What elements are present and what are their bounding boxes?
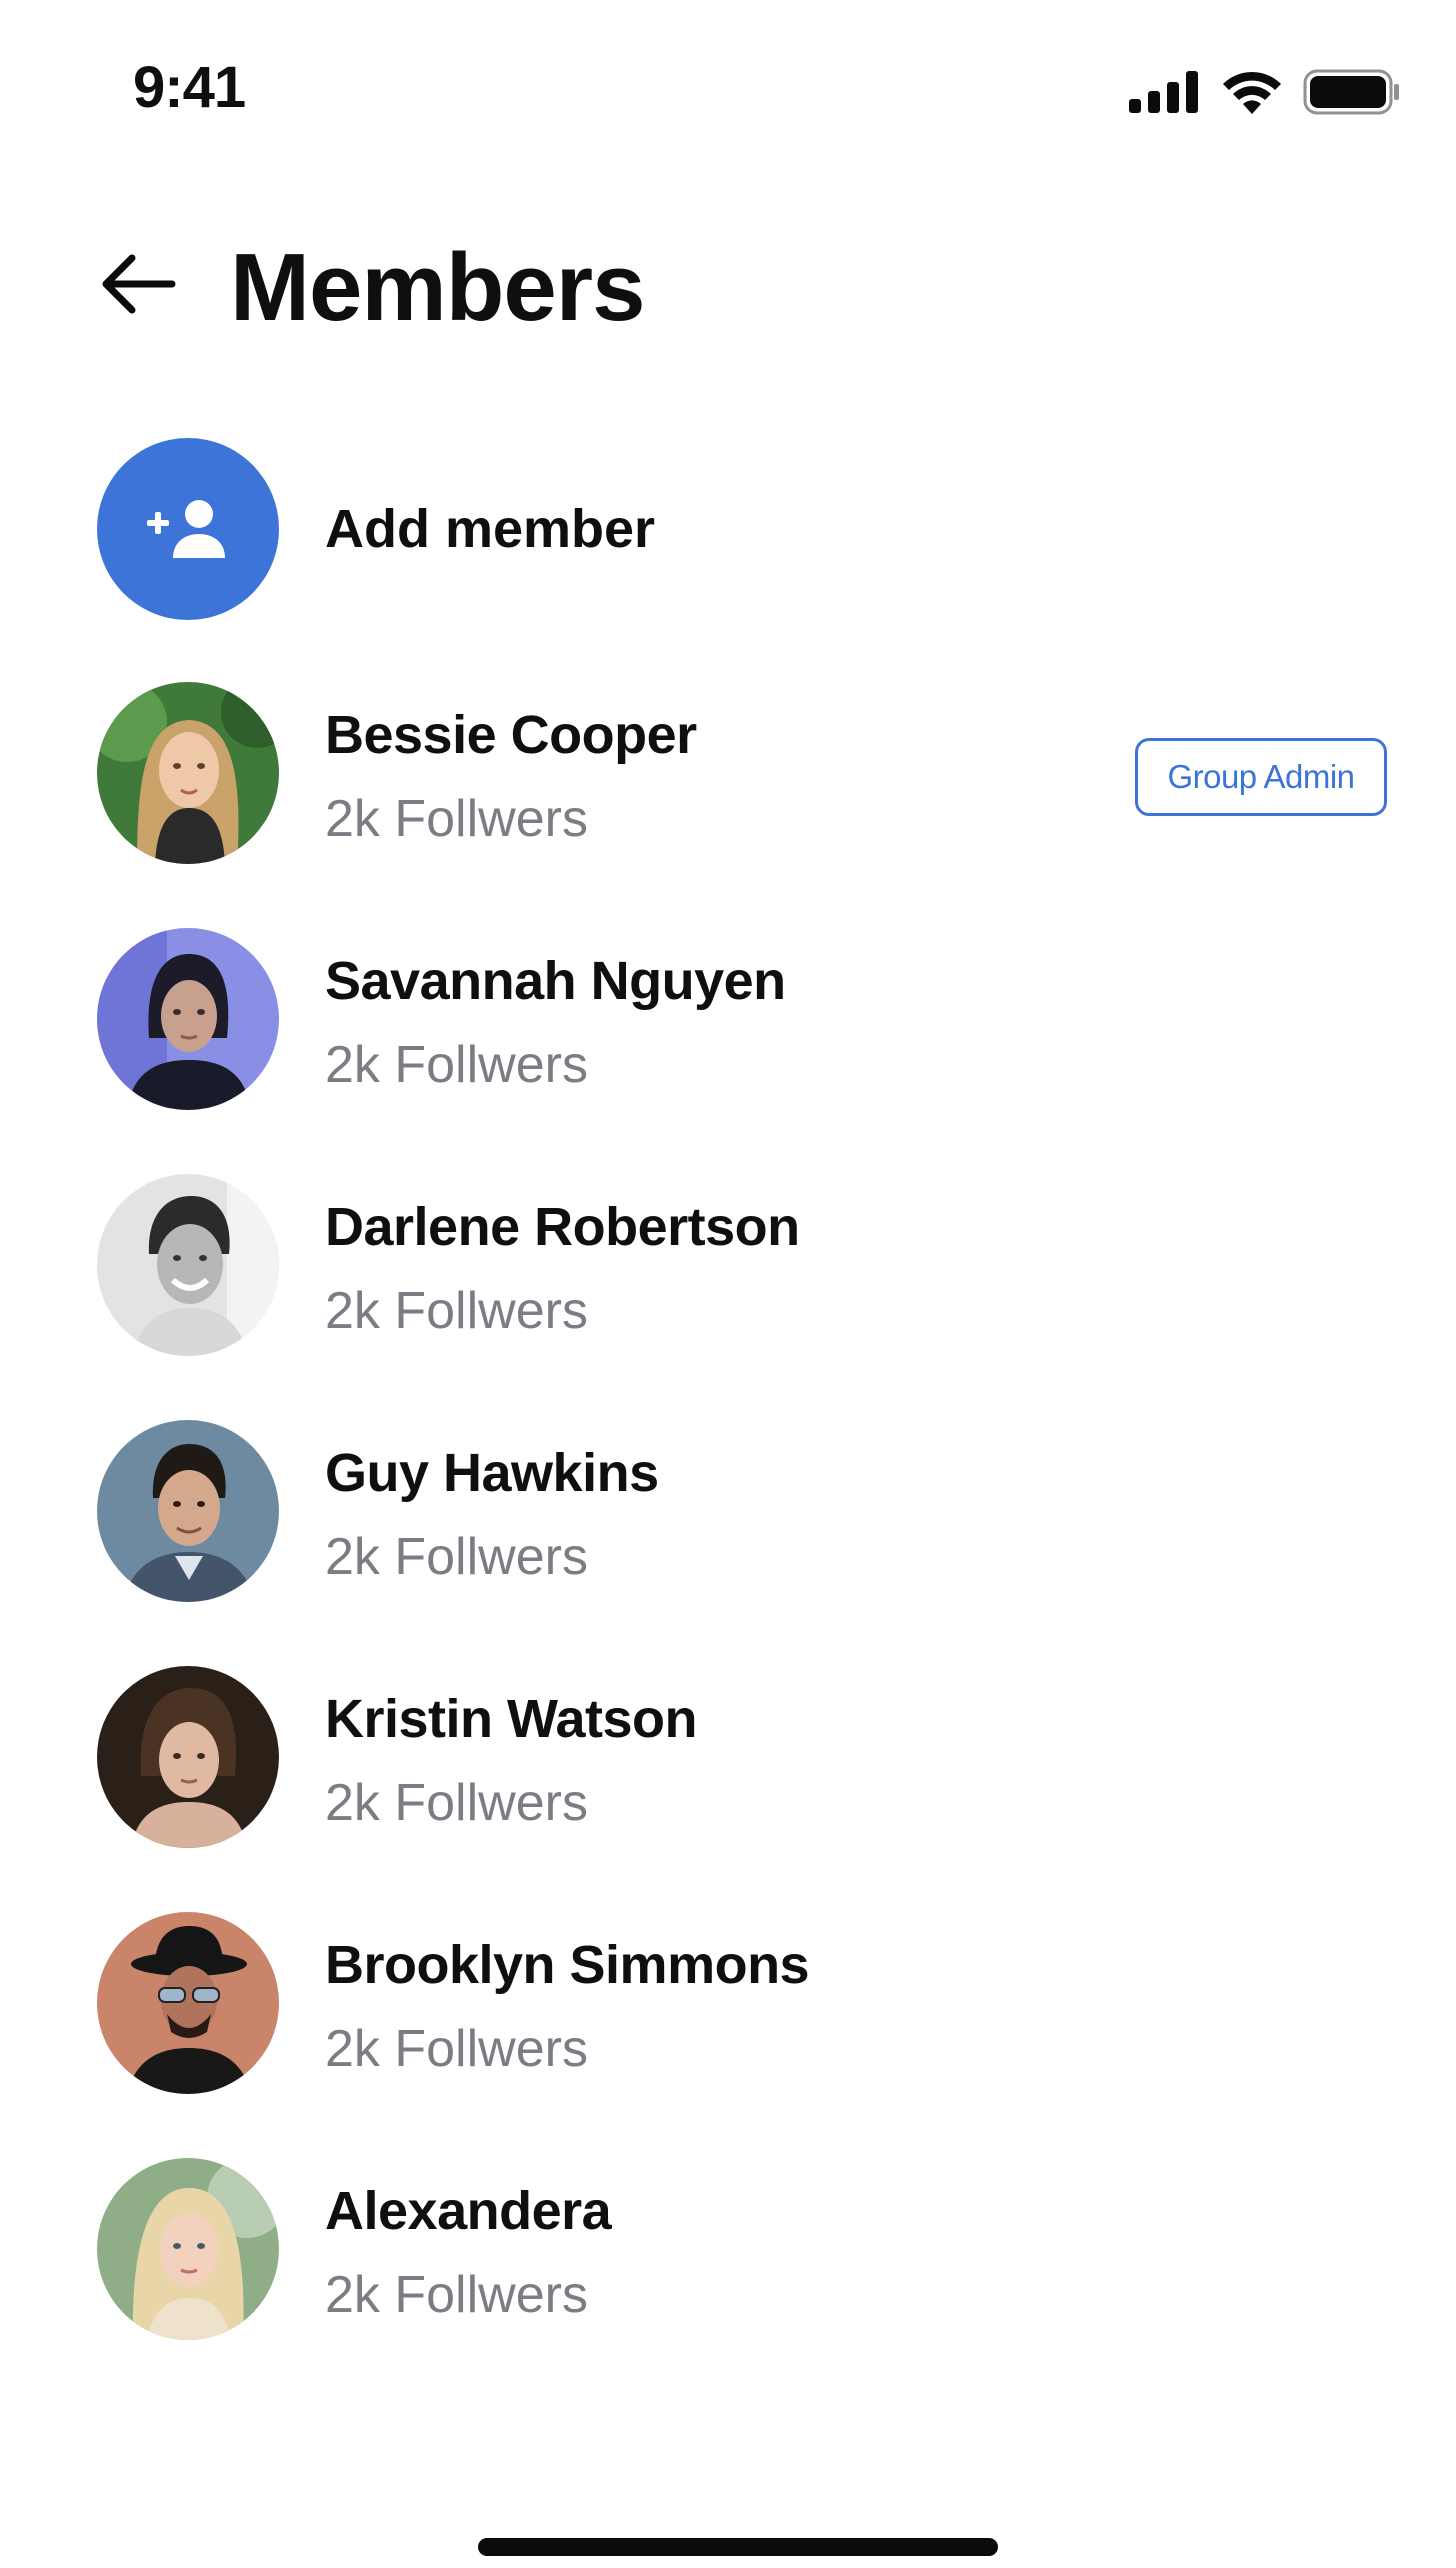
member-name: Alexandera [325,2181,612,2241]
status-icons [1129,62,1401,122]
member-info: Bessie Cooper 2k Follwers [325,682,697,854]
member-list: Bessie Cooper 2k Follwers Group Admin Sa… [97,682,1387,2404]
avatar [97,1912,279,2094]
group-admin-badge: Group Admin [1135,738,1387,816]
header: Members [0,220,1456,350]
member-info: Savannah Nguyen 2k Follwers [325,928,786,1100]
members-screen: 9:41 Members Add member Bessie Cooper 2k… [0,0,1456,2568]
member-row[interactable]: Guy Hawkins 2k Follwers [97,1420,1387,1666]
member-name: Savannah Nguyen [325,951,786,1011]
status-time: 9:41 [133,55,246,120]
add-user-icon [147,500,225,558]
member-row[interactable]: Brooklyn Simmons 2k Follwers [97,1912,1387,2158]
member-info: Guy Hawkins 2k Follwers [325,1420,659,1592]
member-name: Bessie Cooper [325,705,697,765]
member-row[interactable]: Darlene Robertson 2k Follwers [97,1174,1387,1420]
member-followers: 2k Follwers [325,1282,588,1340]
member-info: Brooklyn Simmons 2k Follwers [325,1912,810,2084]
avatar [97,2158,279,2340]
member-info: Darlene Robertson 2k Follwers [325,1174,800,1346]
member-row[interactable]: Savannah Nguyen 2k Follwers [97,928,1387,1174]
page-title: Members [230,234,645,341]
home-indicator [478,2538,998,2556]
member-info: Alexandera 2k Follwers [325,2158,612,2330]
add-member-label: Add member [325,499,656,559]
avatar [97,1420,279,1602]
member-followers: 2k Follwers [325,1774,588,1832]
avatar [97,682,279,864]
member-name: Darlene Robertson [325,1197,800,1257]
member-followers: 2k Follwers [325,2266,588,2324]
member-row[interactable]: Kristin Watson 2k Follwers [97,1666,1387,1912]
battery-icon [1303,69,1399,115]
member-followers: 2k Follwers [325,1528,588,1586]
member-row[interactable]: Bessie Cooper 2k Follwers Group Admin [97,682,1387,928]
back-button[interactable] [92,244,182,324]
avatar [97,1666,279,1848]
avatar [97,928,279,1110]
arrow-left-icon [102,254,176,314]
member-followers: 2k Follwers [325,790,588,848]
member-followers: 2k Follwers [325,2020,588,2078]
add-member-avatar [97,438,279,620]
avatar [97,1174,279,1356]
member-name: Guy Hawkins [325,1443,659,1503]
member-followers: 2k Follwers [325,1036,588,1094]
wifi-icon [1223,71,1281,114]
member-row[interactable]: Alexandera 2k Follwers [97,2158,1387,2404]
member-info: Kristin Watson 2k Follwers [325,1666,698,1838]
member-name: Brooklyn Simmons [325,1935,810,1995]
member-name: Kristin Watson [325,1689,698,1749]
signal-icon [1129,71,1198,113]
status-bar: 9:41 [0,0,1456,180]
add-member-button[interactable]: Add member [97,438,1377,620]
